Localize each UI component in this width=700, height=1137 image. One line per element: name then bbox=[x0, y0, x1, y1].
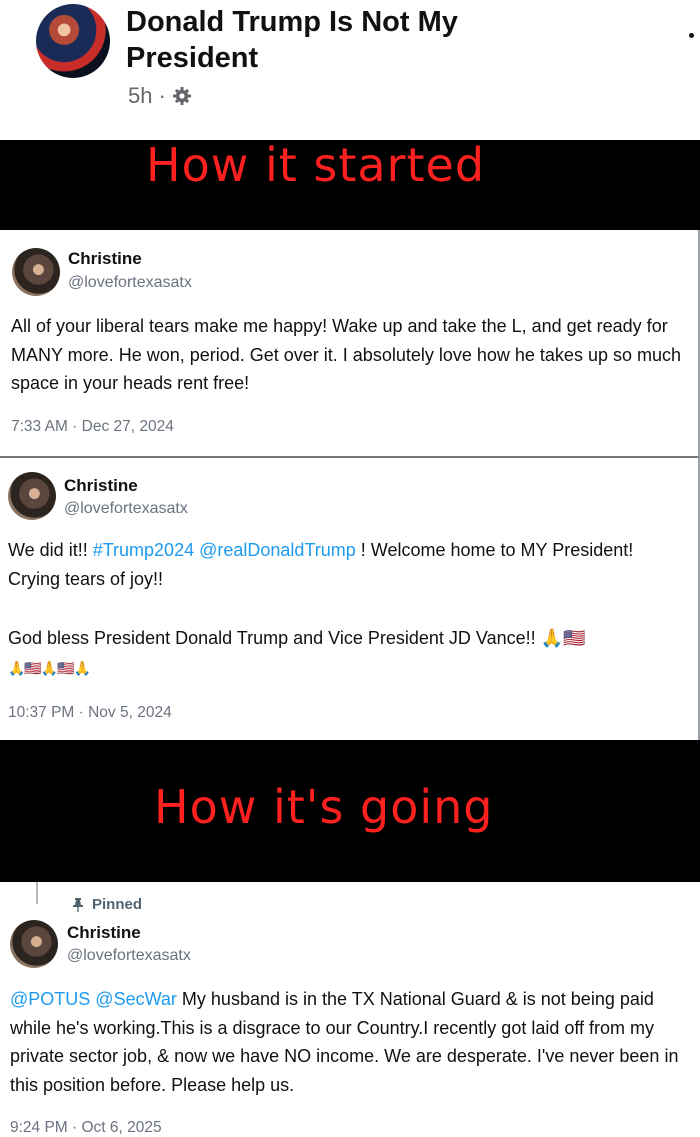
tweet-timestamp[interactable]: 9:24 PM · Oct 6, 2025 bbox=[10, 1119, 162, 1137]
tweet-text-start: We did it!! bbox=[8, 540, 93, 560]
meta-separator: · bbox=[158, 83, 166, 108]
banner-how-its-going: How it's going bbox=[0, 740, 700, 882]
post-time[interactable]: 5h bbox=[128, 83, 152, 109]
tweet-author-name[interactable]: Christine bbox=[68, 249, 142, 269]
group-title[interactable]: Donald Trump Is Not My President bbox=[126, 4, 546, 76]
tweet-text-line-2: God bless President Donald Trump and Vic… bbox=[8, 628, 586, 648]
tweet-card-1[interactable]: Christine @lovefortexasatx All of your l… bbox=[0, 230, 700, 458]
mention-potus-link[interactable]: @POTUS bbox=[10, 989, 90, 1009]
banner-started-text: How it started bbox=[146, 140, 486, 192]
emoji-row: 🙏🇺🇸🙏🇺🇸🙏 bbox=[8, 660, 91, 676]
tweet-author-handle[interactable]: @lovefortexasatx bbox=[68, 274, 192, 292]
more-icon[interactable] bbox=[689, 33, 694, 38]
banner-going-text: How it's going bbox=[154, 780, 494, 834]
pinned-text: Pinned bbox=[92, 896, 143, 913]
hashtag-link[interactable]: #Trump2024 bbox=[93, 540, 194, 560]
avatar[interactable] bbox=[12, 248, 60, 296]
pinned-label: Pinned bbox=[72, 896, 142, 913]
tweet-card-2[interactable]: Christine @lovefortexasatx We did it!! #… bbox=[0, 458, 700, 740]
mention-secwar-link[interactable]: @SecWar bbox=[95, 989, 177, 1009]
tweet-author-name[interactable]: Christine bbox=[67, 923, 141, 943]
mention-link[interactable]: @realDonaldTrump bbox=[199, 540, 356, 560]
gear-icon bbox=[172, 87, 191, 105]
group-avatar[interactable] bbox=[36, 4, 110, 78]
thread-line bbox=[36, 882, 38, 904]
tweet-author-handle[interactable]: @lovefortexasatx bbox=[64, 500, 188, 518]
tweet-timestamp[interactable]: 10:37 PM · Nov 5, 2024 bbox=[8, 704, 172, 722]
group-post-header: Donald Trump Is Not My President 5h · bbox=[0, 0, 700, 140]
tweet-author-handle[interactable]: @lovefortexasatx bbox=[67, 947, 191, 965]
tweet-card-3[interactable]: Pinned Christine @lovefortexasatx @POTUS… bbox=[0, 882, 700, 1136]
avatar[interactable] bbox=[10, 920, 58, 968]
banner-how-it-started: How it started bbox=[0, 140, 700, 230]
pin-icon bbox=[73, 897, 83, 912]
avatar[interactable] bbox=[8, 472, 56, 520]
tweet-text: All of your liberal tears make me happy!… bbox=[11, 316, 681, 393]
tweet-text: @POTUS @SecWar My husband is in the TX N… bbox=[10, 985, 690, 1099]
tweet-timestamp[interactable]: 7:33 AM · Dec 27, 2024 bbox=[11, 418, 174, 436]
tweet-author-name[interactable]: Christine bbox=[64, 476, 138, 496]
tweet-text: We did it!! #Trump2024 @realDonaldTrump … bbox=[8, 536, 688, 593]
post-meta: 5h · bbox=[128, 83, 192, 109]
